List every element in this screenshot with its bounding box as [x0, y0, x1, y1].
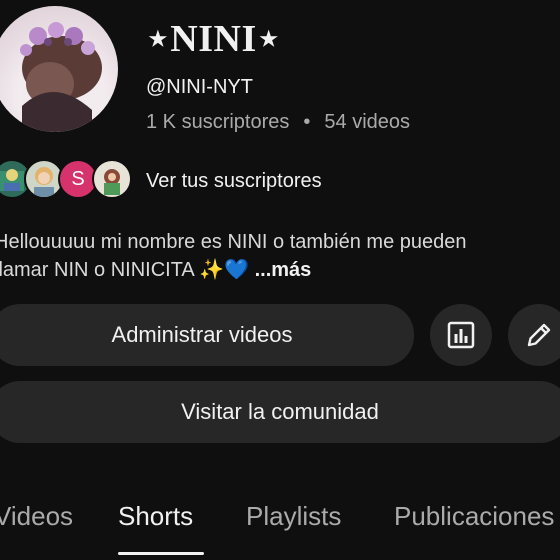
avatar-image	[20, 22, 102, 132]
channel-avatar[interactable]	[0, 6, 118, 132]
channel-tabs: Videos Shorts Playlists Publicaciones	[0, 494, 560, 560]
video-count: 54 videos	[324, 111, 411, 133]
description-line-2: llamar NIN o NINICITA ✨💙 ...más	[0, 256, 560, 284]
visit-community-button[interactable]: Visitar la comunidad	[0, 381, 560, 443]
tab-posts[interactable]: Publicaciones	[394, 494, 554, 538]
view-subscribers-link[interactable]: Ver tus suscriptores	[146, 168, 322, 194]
description-line-2-text: llamar NIN o NINICITA ✨💙	[0, 259, 255, 281]
active-tab-indicator	[118, 552, 204, 555]
subscriber-count: 1 K suscriptores	[146, 111, 290, 133]
tab-shorts[interactable]: Shorts	[118, 494, 193, 538]
more-link[interactable]: ...más	[255, 259, 312, 281]
channel-handle: @NINI-NYT	[146, 76, 253, 98]
stats-separator: •	[303, 111, 311, 133]
analytics-icon	[447, 321, 475, 349]
edit-channel-button[interactable]	[508, 304, 560, 366]
channel-stats: 1 K suscriptores • 54 videos	[146, 109, 410, 135]
tab-videos[interactable]: Videos	[0, 494, 73, 538]
description-line-1: Hellouuuuu mi nombre es NINI o también m…	[0, 231, 467, 253]
manage-videos-button[interactable]: Administrar videos	[0, 304, 414, 366]
channel-name: ⋆NINI⋆	[146, 18, 282, 60]
subscriber-avatar[interactable]	[92, 159, 132, 199]
channel-description[interactable]: Hellouuuuu mi nombre es NINI o también m…	[0, 228, 560, 284]
tab-playlists[interactable]: Playlists	[246, 494, 341, 538]
analytics-button[interactable]	[430, 304, 492, 366]
pencil-icon	[527, 323, 551, 347]
